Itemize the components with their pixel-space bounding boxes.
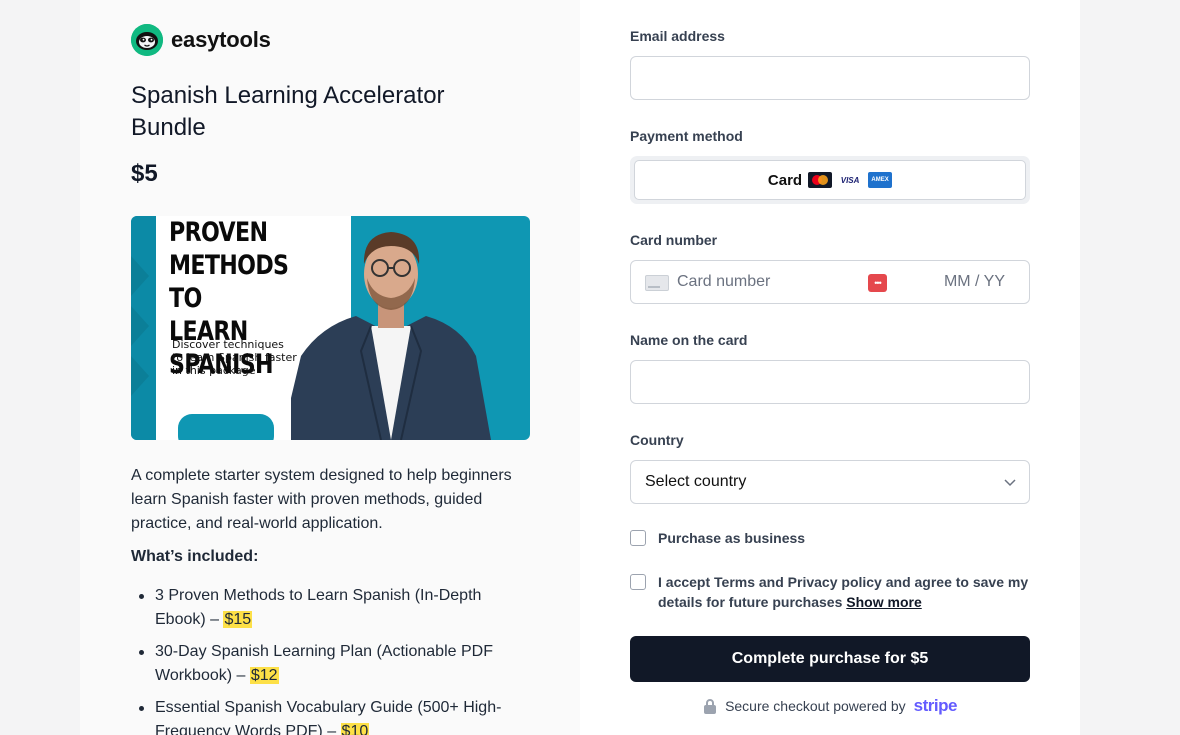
list-item: Essential Spanish Vocabulary Guide (500+… xyxy=(131,696,531,735)
credit-card-icon xyxy=(645,275,669,291)
item-price: $12 xyxy=(249,667,279,684)
brand[interactable]: easytools xyxy=(131,24,271,56)
business-checkbox[interactable] xyxy=(630,530,646,546)
payment-option-card[interactable]: Card VISA AMEX xyxy=(634,160,1026,200)
country-select[interactable]: Select country xyxy=(630,460,1030,504)
product-price: $5 xyxy=(131,160,158,187)
product-description: A complete starter system designed to he… xyxy=(131,467,512,532)
expiry-placeholder[interactable]: MM / YY xyxy=(944,273,1005,291)
list-item: 30-Day Spanish Learning Plan (Actionable… xyxy=(131,640,531,688)
included-list: 3 Proven Methods to Learn Spanish (In-De… xyxy=(131,584,531,735)
product-title: Spanish Learning Accelerator Bundle xyxy=(131,82,445,141)
checkout-page: easytools Spanish Learning Accelerator B… xyxy=(80,0,1080,735)
cvc-card-icon: ••• xyxy=(868,274,887,292)
list-item: 3 Proven Methods to Learn Spanish (In-De… xyxy=(131,584,531,632)
card-number-field[interactable]: Card number ••• MM / YY xyxy=(630,260,1030,304)
stripe-logo[interactable]: stripe xyxy=(914,696,958,716)
visa-icon: VISA xyxy=(838,172,863,188)
name-on-card-field[interactable] xyxy=(630,360,1030,404)
lock-icon xyxy=(704,699,717,714)
country-label: Country xyxy=(630,432,684,448)
email-label: Email address xyxy=(630,28,725,44)
name-on-card-label: Name on the card xyxy=(630,332,748,348)
business-checkbox-label: Purchase as business xyxy=(658,530,806,546)
payment-method-label: Payment method xyxy=(630,128,743,144)
item-price: $15 xyxy=(223,611,253,628)
mastercard-icon xyxy=(808,172,833,188)
email-field[interactable] xyxy=(630,56,1030,100)
product-cover-image: PROVEN METHODS TO LEARN SPANISH Discover… xyxy=(131,216,530,440)
terms-label: I accept Terms and Privacy policy and ag… xyxy=(658,574,1029,610)
cover-pill xyxy=(178,414,274,440)
card-number-placeholder: Card number xyxy=(677,273,771,290)
terms-checkbox[interactable] xyxy=(630,574,646,590)
cover-person-illustration xyxy=(281,216,491,440)
complete-purchase-button[interactable]: Complete purchase for $5 xyxy=(630,636,1030,682)
secure-text: Secure checkout powered by xyxy=(725,698,906,714)
country-selected-value: Select country xyxy=(645,473,747,490)
show-more-link[interactable]: Show more xyxy=(846,594,921,610)
sloth-face-icon xyxy=(131,24,163,56)
amex-icon: AMEX xyxy=(868,172,893,188)
secure-checkout-note: Secure checkout powered by stripe xyxy=(580,696,1080,716)
terms-row[interactable]: I accept Terms and Privacy policy and ag… xyxy=(630,572,1030,612)
included-heading: What’s included: xyxy=(131,548,259,565)
payment-option-label: Card xyxy=(767,171,803,189)
checkout-form: Email address Payment method Card VISA A… xyxy=(580,0,1080,735)
brand-name: easytools xyxy=(171,27,271,52)
cover-pattern xyxy=(131,216,156,440)
payment-method-tabs: Card VISA AMEX xyxy=(630,156,1030,204)
product-panel: easytools Spanish Learning Accelerator B… xyxy=(80,0,580,735)
card-number-label: Card number xyxy=(630,232,718,248)
chevron-down-icon xyxy=(1004,479,1016,487)
purchase-as-business-row[interactable]: Purchase as business xyxy=(630,528,805,548)
cover-subtext: Discover techniques to learn Spanish fas… xyxy=(172,338,297,377)
item-price: $10 xyxy=(340,723,370,735)
